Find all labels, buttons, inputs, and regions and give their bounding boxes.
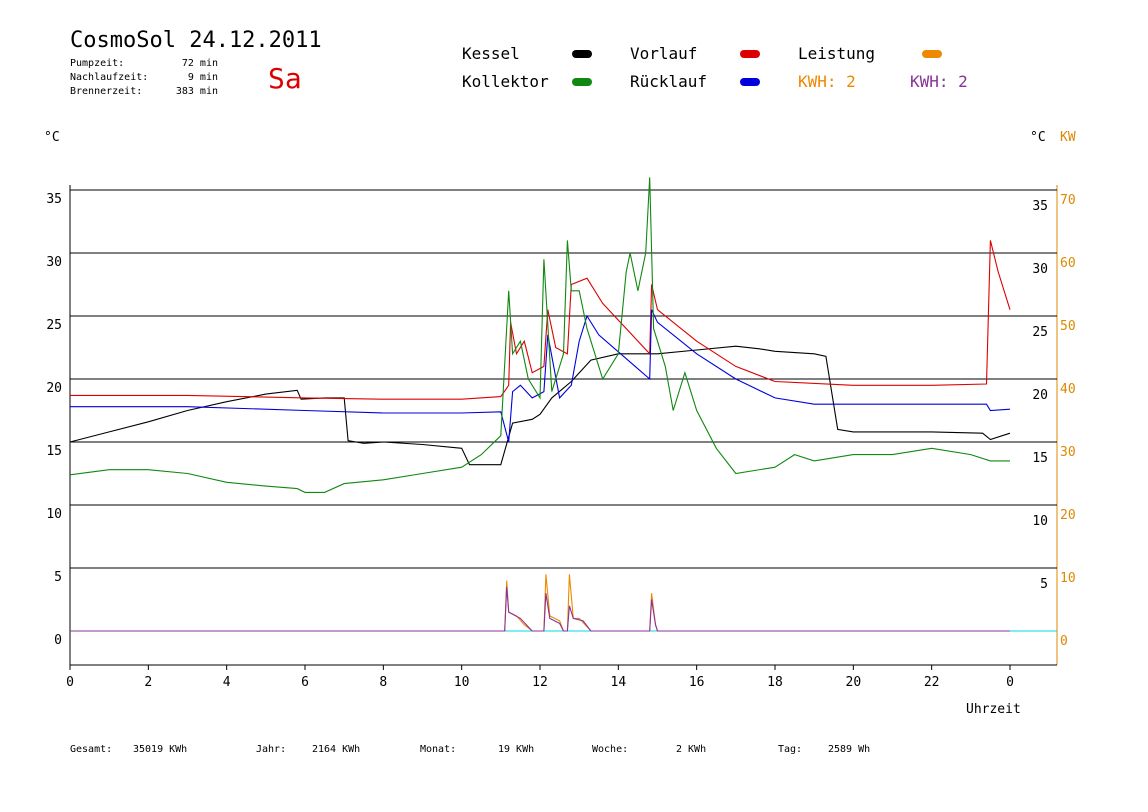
total-jahr-value: 2164 KWh <box>312 744 361 755</box>
total-gesamt-value: 35019 KWh <box>133 744 188 755</box>
series-line-rcklauf <box>70 309 1011 443</box>
y-tick-left-0: 0 <box>54 633 62 648</box>
series-line-leistung <box>70 574 1010 632</box>
y-tick-right-20: 20 <box>1032 388 1048 403</box>
y-tick-power-35: 70 <box>1060 193 1076 208</box>
y-tick-right-5: 5 <box>1040 577 1048 592</box>
temperature-chart: 0 05 5 1010 10 2015 15 3020 20 4025 25 5030 30 6035 35… <box>46 177 1076 690</box>
y-tick-right-30: 30 <box>1032 262 1048 277</box>
x-tick-label-9: 18 <box>767 675 783 690</box>
x-tick-label-2: 4 <box>223 675 231 690</box>
x-tick-label-10: 20 <box>846 675 862 690</box>
x-tick-label-5: 10 <box>454 675 470 690</box>
y-tick-left-35: 35 <box>46 192 62 207</box>
y-tick-left-30: 30 <box>46 255 62 270</box>
x-axis-label: Uhrzeit <box>966 702 1021 717</box>
total-gesamt-label: Gesamt: <box>70 744 113 755</box>
y-tick-power-5: 10 <box>1060 571 1076 586</box>
total-woche-value: 2 KWh <box>676 744 707 755</box>
y-tick-power-10: 20 <box>1060 508 1076 523</box>
x-tick-label-11: 22 <box>924 675 940 690</box>
total-tag-value: 2589 Wh <box>828 744 871 755</box>
x-tick-label-0: 0 <box>66 675 74 690</box>
series-line-kollektor <box>69 177 1010 493</box>
y-tick-power-15: 30 <box>1060 445 1076 460</box>
y-tick-right-10: 10 <box>1032 514 1048 529</box>
y-tick-power-0: 0 <box>1060 634 1068 649</box>
series-line-kwh <box>70 586 1010 632</box>
y-tick-right-15: 15 <box>1032 451 1048 466</box>
total-monat-value: 19 KWh <box>498 744 535 755</box>
x-tick-label-8: 16 <box>689 675 705 690</box>
x-tick-label-1: 2 <box>144 675 152 690</box>
y-tick-left-20: 20 <box>46 381 62 396</box>
y-tick-power-30: 60 <box>1060 256 1076 271</box>
y-tick-right-35: 35 <box>1032 199 1048 214</box>
x-tick-label-3: 6 <box>301 675 309 690</box>
x-tick-label-4: 8 <box>379 675 387 690</box>
y-tick-left-5: 5 <box>54 570 62 585</box>
total-monat-label: Monat: <box>420 744 457 755</box>
total-jahr-label: Jahr: <box>256 744 287 755</box>
total-tag-label: Tag: <box>778 744 803 755</box>
series-line-vorlauf <box>70 240 1011 400</box>
x-tick-label-12: 0 <box>1006 675 1014 690</box>
y-tick-power-25: 50 <box>1060 319 1076 334</box>
total-woche-label: Woche: <box>592 744 629 755</box>
y-tick-left-15: 15 <box>46 444 62 459</box>
series-line-kessel <box>69 345 1011 466</box>
y-tick-left-10: 10 <box>46 507 62 522</box>
y-tick-power-20: 40 <box>1060 382 1076 397</box>
x-tick-label-7: 14 <box>611 675 627 690</box>
x-tick-label-6: 12 <box>532 675 548 690</box>
y-tick-left-25: 25 <box>46 318 62 333</box>
y-tick-right-25: 25 <box>1032 325 1048 340</box>
